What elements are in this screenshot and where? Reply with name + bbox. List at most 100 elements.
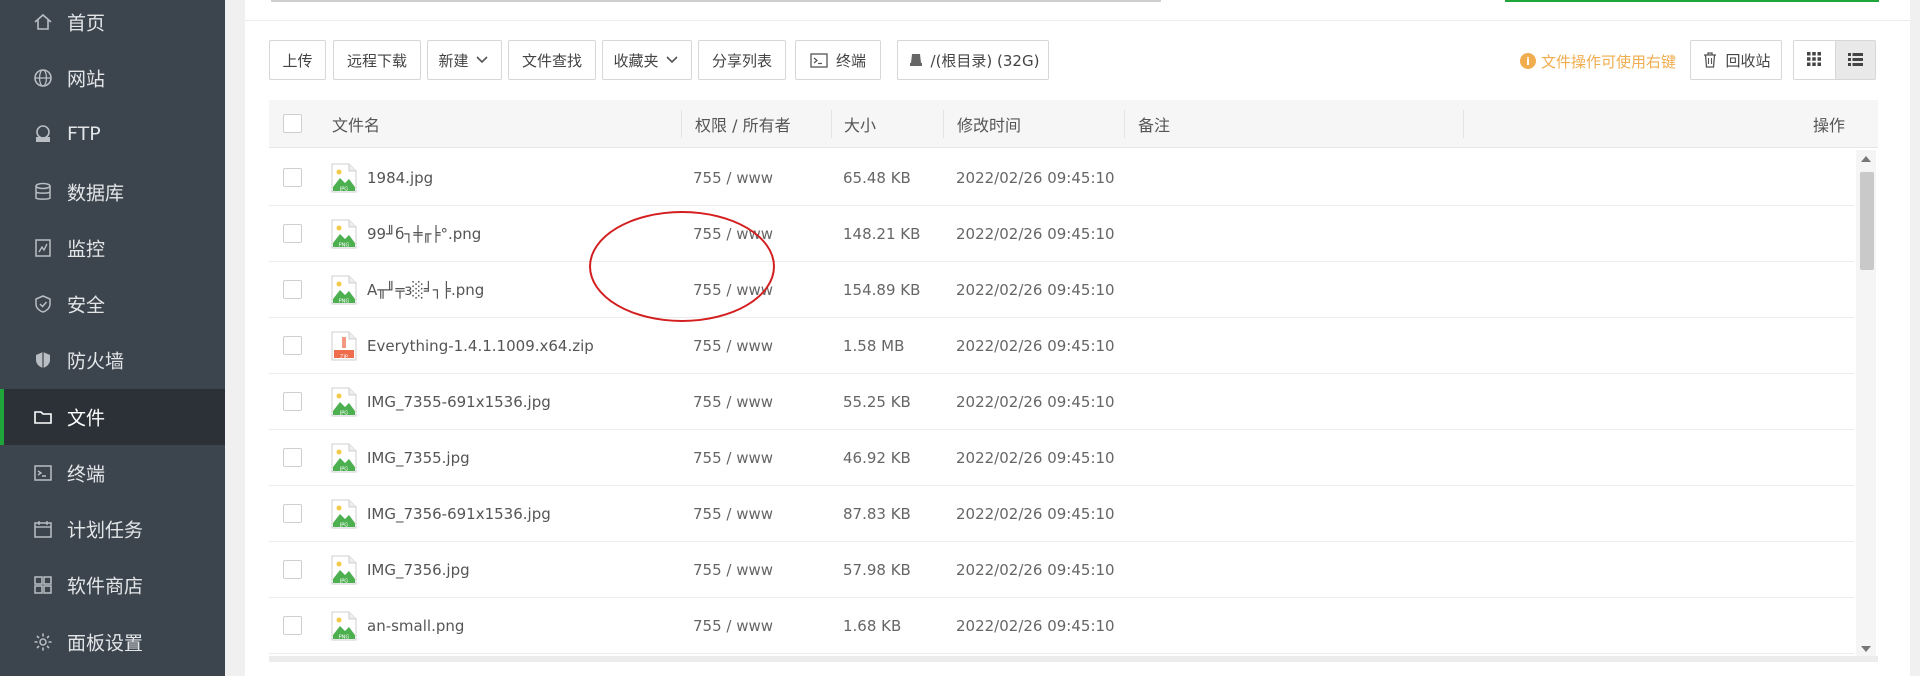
table-row[interactable]: PNG 99╜б┐╪╓╞°.png 755 / www 148.21 KB 2022/0… [269, 206, 1854, 262]
jpg-file-icon: JPG [331, 387, 357, 417]
upload-button-label: 上传 [282, 51, 313, 70]
ftp-icon [32, 123, 54, 145]
sidebar-item-database[interactable]: 数据库 [0, 164, 225, 220]
terminal-label: 终端 [835, 51, 866, 70]
file-name[interactable]: IMG_7355-691x1536.jpg [367, 374, 551, 429]
database-icon [32, 181, 54, 203]
scroll-down-arrow-icon[interactable] [1861, 646, 1871, 652]
row-checkbox[interactable] [283, 448, 302, 467]
file-name[interactable]: 99╜б┐╪╓╞°.png [367, 206, 481, 261]
sidebar-item-website[interactable]: 网站 [0, 50, 225, 106]
file-search-button[interactable]: 文件查找 [508, 40, 596, 80]
row-checkbox[interactable] [283, 224, 302, 243]
select-all-checkbox[interactable] [283, 114, 302, 133]
disk-button[interactable]: /(根目录) (32G) [897, 40, 1049, 80]
sidebar-item-files[interactable]: 文件 [0, 389, 225, 445]
sidebar-item-terminal[interactable]: 终端 [0, 445, 225, 501]
scrollbar-thumb[interactable] [1860, 172, 1874, 270]
info-icon: i [1520, 53, 1536, 69]
file-permission[interactable]: 755 / www [693, 374, 773, 429]
svg-text:PNG: PNG [339, 635, 350, 641]
red-annotation-circle [589, 211, 775, 322]
sidebar-item-security[interactable]: 安全 [0, 276, 225, 332]
file-name[interactable]: 1984.jpg [367, 150, 433, 205]
row-checkbox[interactable] [283, 616, 302, 635]
svg-text:ZIP: ZIP [340, 355, 348, 361]
file-permission[interactable]: 755 / www [693, 318, 773, 373]
share-list-button[interactable]: 分享列表 [698, 40, 786, 80]
column-header-note[interactable]: 备注 [1138, 100, 1170, 148]
svg-text:PNG: PNG [339, 299, 350, 305]
file-permission[interactable]: 755 / www [693, 150, 773, 205]
view-toggle [1793, 40, 1876, 80]
file-mtime: 2022/02/26 09:45:10 [956, 616, 1115, 635]
calendar-icon [32, 518, 54, 540]
column-header-name[interactable]: 文件名 [332, 100, 380, 148]
sidebar-item-home[interactable]: 首页 [0, 0, 225, 50]
remote-download-label: 远程下载 [346, 51, 407, 70]
table-row[interactable]: JPG IMG_7355-691x1536.jpg 755 / www 55.25 K… [269, 374, 1854, 430]
column-header-size[interactable]: 大小 [844, 100, 876, 148]
file-name[interactable]: IMG_7356-691x1536.jpg [367, 486, 551, 541]
file-name[interactable]: A╥╜╤з░╛┐╞.png [367, 262, 484, 317]
sidebar-item-firewall[interactable]: 防火墙 [0, 332, 225, 388]
scroll-up-arrow-icon[interactable] [1861, 156, 1871, 162]
table-row[interactable]: JPG IMG_7356.jpg 755 / www 57.98 KB 2022/02/… [269, 542, 1854, 598]
row-checkbox[interactable] [283, 168, 302, 187]
recycle-bin-button[interactable]: 回收站 [1690, 40, 1782, 80]
file-name[interactable]: an-small.png [367, 598, 464, 653]
file-name[interactable]: Everything-1.4.1.1009.x64.zip [367, 318, 594, 373]
column-header-mtime[interactable]: 修改时间 [957, 100, 1021, 148]
file-permission[interactable]: 755 / www [693, 542, 773, 597]
horizontal-scrollbar[interactable] [269, 656, 1878, 662]
file-permission[interactable]: 755 / www [693, 430, 773, 485]
file-mtime: 2022/02/26 09:45:10 [956, 280, 1115, 299]
sidebar-item-settings[interactable]: 面板设置 [0, 614, 225, 670]
column-separator [1124, 110, 1125, 138]
file-name[interactable]: IMG_7356.jpg [367, 542, 470, 597]
table-row[interactable]: JPG 1984.jpg 755 / www 65.48 KB 2022/02/26 0… [269, 150, 1854, 206]
favorites-dropdown-button[interactable]: 收藏夹 [602, 40, 692, 80]
row-checkbox[interactable] [283, 560, 302, 579]
hint-text: 文件操作可使用右键 [1541, 52, 1677, 71]
zip-file-icon: ZIP [331, 331, 357, 361]
file-permission[interactable]: 755 / www [693, 486, 773, 541]
file-name[interactable]: IMG_7355.jpg [367, 430, 470, 485]
row-checkbox[interactable] [283, 392, 302, 411]
file-permission[interactable]: 755 / www [693, 598, 773, 653]
upload-button[interactable]: 上传 [269, 40, 326, 80]
file-manager-panel: 上传 远程下载 新建 文件查找 收藏夹 分享列表 终端 /(根目录) (32G)… [245, 0, 1910, 676]
sidebar-item-monitor[interactable]: 监控 [0, 220, 225, 276]
new-dropdown-button[interactable]: 新建 [427, 40, 502, 80]
file-size: 46.92 KB [843, 448, 911, 467]
table-row[interactable]: JPG IMG_7355.jpg 755 / www 46.92 KB 2022/02/… [269, 430, 1854, 486]
row-checkbox[interactable] [283, 504, 302, 523]
list-view-button[interactable] [1834, 41, 1875, 79]
sidebar-item-cron[interactable]: 计划任务 [0, 501, 225, 557]
trash-icon [1701, 52, 1719, 68]
sidebar-item-ftp[interactable]: FTP [0, 106, 225, 162]
sidebar-item-app-store[interactable]: 软件商店 [0, 557, 225, 613]
search-input-edge[interactable] [1505, 0, 1879, 2]
sidebar-item-label: 面板设置 [67, 632, 144, 655]
terminal-button[interactable]: 终端 [795, 40, 881, 80]
grid-view-button[interactable] [1794, 41, 1835, 79]
file-size: 1.58 MB [843, 336, 905, 355]
jpg-file-icon: JPG [331, 499, 357, 529]
path-input-edge[interactable] [271, 0, 1161, 2]
table-row[interactable]: ZIP Everything-1.4.1.1009.x64.zip 755 / ww… [269, 318, 1854, 374]
globe-icon [32, 67, 54, 89]
table-row[interactable]: PNG an-small.png 755 / www 1.68 KB 2022/02/2… [269, 598, 1854, 654]
column-separator [943, 110, 944, 138]
row-checkbox[interactable] [283, 336, 302, 355]
remote-download-button[interactable]: 远程下载 [333, 40, 421, 80]
table-row[interactable]: PNG A╥╜╤з░╛┐╞.png 755 / www 154.89 KB 2022/0… [269, 262, 1854, 318]
vertical-scrollbar[interactable] [1856, 150, 1876, 656]
folder-icon [32, 406, 54, 428]
table-row[interactable]: JPG IMG_7356-691x1536.jpg 755 / www 87.83 K… [269, 486, 1854, 542]
jpg-file-icon: JPG [331, 163, 357, 193]
row-checkbox[interactable] [283, 280, 302, 299]
terminal-icon [810, 52, 828, 68]
column-header-permission[interactable]: 权限 / 所有者 [695, 100, 791, 148]
file-mtime: 2022/02/26 09:45:10 [956, 448, 1115, 467]
